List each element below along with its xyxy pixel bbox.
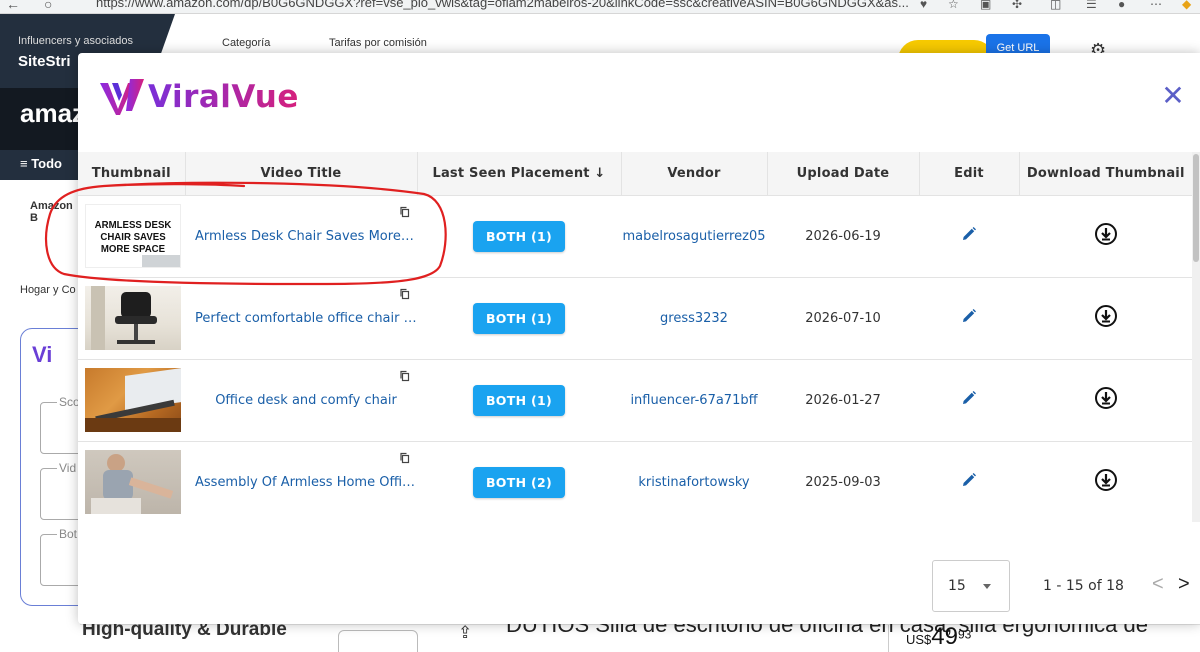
- copy-icon[interactable]: [399, 370, 411, 382]
- column-header-edit: Edit: [919, 152, 1020, 196]
- column-header-video-title[interactable]: Video Title: [185, 152, 418, 196]
- extension-icon[interactable]: ▣: [980, 0, 991, 11]
- video-thumbnail[interactable]: [85, 286, 181, 350]
- upload-date: 2025-09-03: [767, 441, 919, 522]
- split-icon[interactable]: ◫: [1050, 0, 1061, 11]
- column-header-last-seen-placement[interactable]: Last Seen Placement ↓: [417, 152, 622, 196]
- placement-badge[interactable]: BOTH (2): [472, 466, 566, 498]
- table-row: Perfect comfortable office chair fo... B…: [78, 277, 1192, 360]
- copy-icon[interactable]: [399, 206, 411, 218]
- favorites-icon[interactable]: ☰: [1086, 0, 1097, 11]
- video-thumbnail[interactable]: [85, 368, 181, 432]
- video-title-link[interactable]: Office desk and comfy chair: [195, 393, 417, 408]
- vendor-link[interactable]: influencer-67a71bff: [630, 393, 757, 408]
- videos-table: Thumbnail Video Title Last Seen Placemen…: [78, 152, 1192, 522]
- video-title-link[interactable]: Assembly Of Armless Home Office...: [195, 475, 417, 490]
- brand: ViralVue: [98, 75, 299, 119]
- product-price: US$4993: [906, 623, 972, 650]
- bookmark-star-icon[interactable]: ☆: [948, 0, 959, 11]
- vendor-link[interactable]: mabelrosagutierrez05: [623, 229, 766, 244]
- product-strip: High-quality & Durable ⇪ DUTIOS Silla de…: [80, 612, 1200, 652]
- table-row: ARMLESS DESK CHAIR SAVES MORE SPACE Arml…: [78, 195, 1192, 278]
- category-label: Hogar y Co: [20, 284, 76, 296]
- more-icon[interactable]: ⋯: [1150, 0, 1162, 11]
- next-page-button[interactable]: >: [1178, 573, 1190, 596]
- thumbnail-caption: ARMLESS DESK CHAIR SAVES MORE SPACE: [94, 219, 172, 255]
- tab-commission-rates[interactable]: Tarifas por comisión: [329, 37, 427, 49]
- download-icon[interactable]: [1094, 468, 1118, 492]
- edit-pencil-icon[interactable]: [961, 226, 977, 242]
- sitestripe-label: Influencers y asociados: [18, 35, 133, 47]
- amazon-header: amaz: [0, 88, 85, 150]
- copy-icon[interactable]: [399, 452, 411, 464]
- profile-icon[interactable]: ●: [1118, 0, 1125, 11]
- pocket-icon[interactable]: ♥: [920, 0, 927, 11]
- placement-badge[interactable]: BOTH (1): [472, 302, 566, 334]
- reload-icon[interactable]: ○: [44, 0, 52, 12]
- puzzle-icon[interactable]: ✣: [1012, 0, 1022, 11]
- placement-badge[interactable]: BOTH (1): [472, 384, 566, 416]
- brand-name: ViralVue: [148, 79, 299, 115]
- viralvue-logo-icon: [100, 79, 144, 115]
- placement-badge[interactable]: BOTH (1): [472, 220, 566, 252]
- download-icon[interactable]: [1094, 222, 1118, 246]
- back-icon[interactable]: ←: [6, 0, 20, 12]
- upload-date: 2026-06-19: [767, 195, 919, 278]
- quantity-box[interactable]: [338, 630, 418, 652]
- browser-toolbar: ← ○ https://www.amazon.com/dp/B0G6GNDGGX…: [0, 0, 1200, 14]
- table-row: Assembly Of Armless Home Office... BOTH …: [78, 441, 1192, 522]
- column-header-upload-date[interactable]: Upload Date: [767, 152, 920, 196]
- upload-date: 2026-07-10: [767, 277, 919, 360]
- copy-icon[interactable]: [399, 288, 411, 300]
- close-icon[interactable]: ✕: [1158, 81, 1188, 111]
- download-icon[interactable]: [1094, 386, 1118, 410]
- table-header-row: Thumbnail Video Title Last Seen Placemen…: [78, 152, 1192, 196]
- table-row: Office desk and comfy chair BOTH (1) inf…: [78, 359, 1192, 442]
- edit-pencil-icon[interactable]: [961, 390, 977, 406]
- sitestripe-title: SiteStri: [18, 53, 71, 70]
- viralvue-modal: ViralVue ✕ Thumbnail Video Title Last Se…: [78, 53, 1200, 624]
- column-header-thumbnail: Thumbnail: [78, 152, 186, 196]
- address-bar[interactable]: https://www.amazon.com/dp/B0G6GNDGGX?ref…: [96, 0, 909, 10]
- table-scrollbar[interactable]: [1192, 152, 1200, 522]
- column-header-download-thumbnail: Download Thumbnail: [1019, 152, 1192, 196]
- pagination: 15 1 - 15 of 18 < >: [78, 533, 1200, 624]
- video-thumbnail[interactable]: ARMLESS DESK CHAIR SAVES MORE SPACE: [85, 204, 181, 268]
- tab-category[interactable]: Categoría: [222, 37, 270, 49]
- breadcrumb: Amazon B: [30, 200, 73, 224]
- upload-date: 2026-01-27: [767, 359, 919, 442]
- rows-per-page-select[interactable]: 15: [932, 560, 1010, 612]
- amazon-logo[interactable]: amaz: [20, 98, 85, 129]
- pagination-range: 1 - 15 of 18: [1043, 578, 1124, 594]
- vendor-link[interactable]: gress3232: [660, 311, 728, 326]
- edit-pencil-icon[interactable]: [961, 308, 977, 324]
- background-sidebar: Amazon B Hogar y Co Vi Sco Vid Bot: [0, 180, 100, 652]
- viralvue-mini-logo: Vi: [32, 342, 53, 367]
- copilot-icon[interactable]: ◆: [1182, 0, 1191, 11]
- video-title-link[interactable]: Armless Desk Chair Saves More Sp...: [195, 229, 417, 244]
- video-thumbnail[interactable]: [85, 450, 181, 514]
- chevron-down-icon: [983, 584, 991, 589]
- edit-pencil-icon[interactable]: [961, 472, 977, 488]
- vendor-link[interactable]: kristinafortowsky: [638, 475, 749, 490]
- share-icon[interactable]: ⇪: [458, 623, 472, 643]
- video-title-link[interactable]: Perfect comfortable office chair fo...: [195, 311, 417, 326]
- column-header-vendor[interactable]: Vendor: [621, 152, 768, 196]
- download-icon[interactable]: [1094, 304, 1118, 328]
- nav-all-button[interactable]: ≡ Todo: [0, 150, 80, 180]
- previous-page-button[interactable]: <: [1152, 573, 1164, 596]
